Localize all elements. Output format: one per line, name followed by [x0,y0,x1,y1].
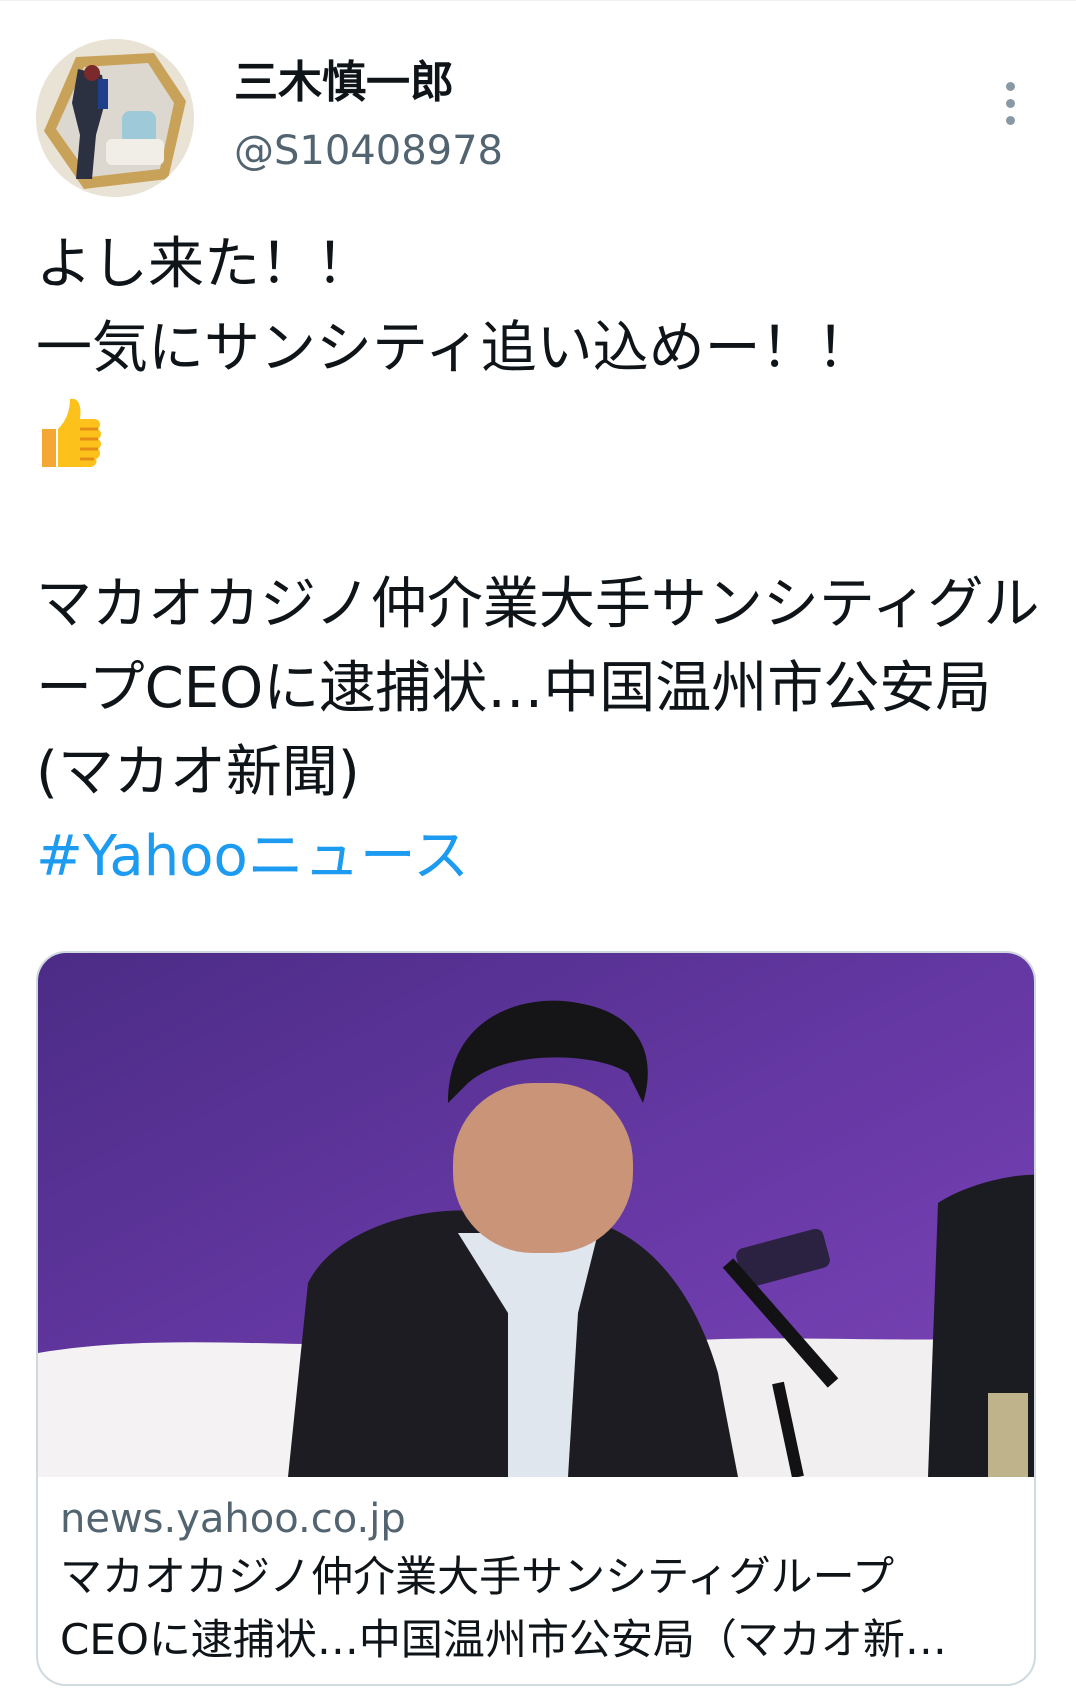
tweet-header: 三木慎一郎 @S10408978 [36,39,1040,204]
card-image[interactable] [38,953,1034,1477]
more-dot [1005,98,1015,108]
tweet-line-1: よし来た！！ [36,232,372,297]
card-title-line-1: マカオカジノ仲介業大手サンシティグループ [60,1552,895,1601]
tweet[interactable]: 三木慎一郎 @S10408978 よし来た！！ 一気にサンシティ追い込めー！！ … [0,0,1076,1706]
card-domain: news.yahoo.co.jp [60,1496,406,1542]
avatar[interactable] [36,39,194,197]
more-vertical-icon[interactable] [980,63,1040,143]
more-dot [1005,115,1015,125]
tweet-headline: マカオカジノ仲介業大手サンシティグループCEOに逮捕状…中国温州市公安局(マカオ… [36,572,1040,805]
link-card[interactable]: news.yahoo.co.jp マカオカジノ仲介業大手サンシティグループ CE… [36,951,1036,1686]
author-handle[interactable]: @S10408978 [234,125,503,177]
card-title-line-2: CEOに逮捕状…中国温州市公安局（マカオ新… [60,1615,947,1664]
thumbs-up-emoji [36,391,1040,479]
hashtag-link[interactable]: #Yahooニュース [36,815,1040,899]
tweet-line-2: 一気にサンシティ追い込めー！！ [36,316,873,381]
more-dot [1005,81,1015,91]
author-display-name[interactable]: 三木慎一郎 [234,57,503,109]
author-names: 三木慎一郎 @S10408978 [234,57,503,177]
card-meta: news.yahoo.co.jp マカオカジノ仲介業大手サンシティグループ CE… [60,1493,1012,1671]
tweet-text: よし来た！！ 一気にサンシティ追い込めー！！ マカオカジノ仲介業大手サンシティグ… [36,223,1040,899]
